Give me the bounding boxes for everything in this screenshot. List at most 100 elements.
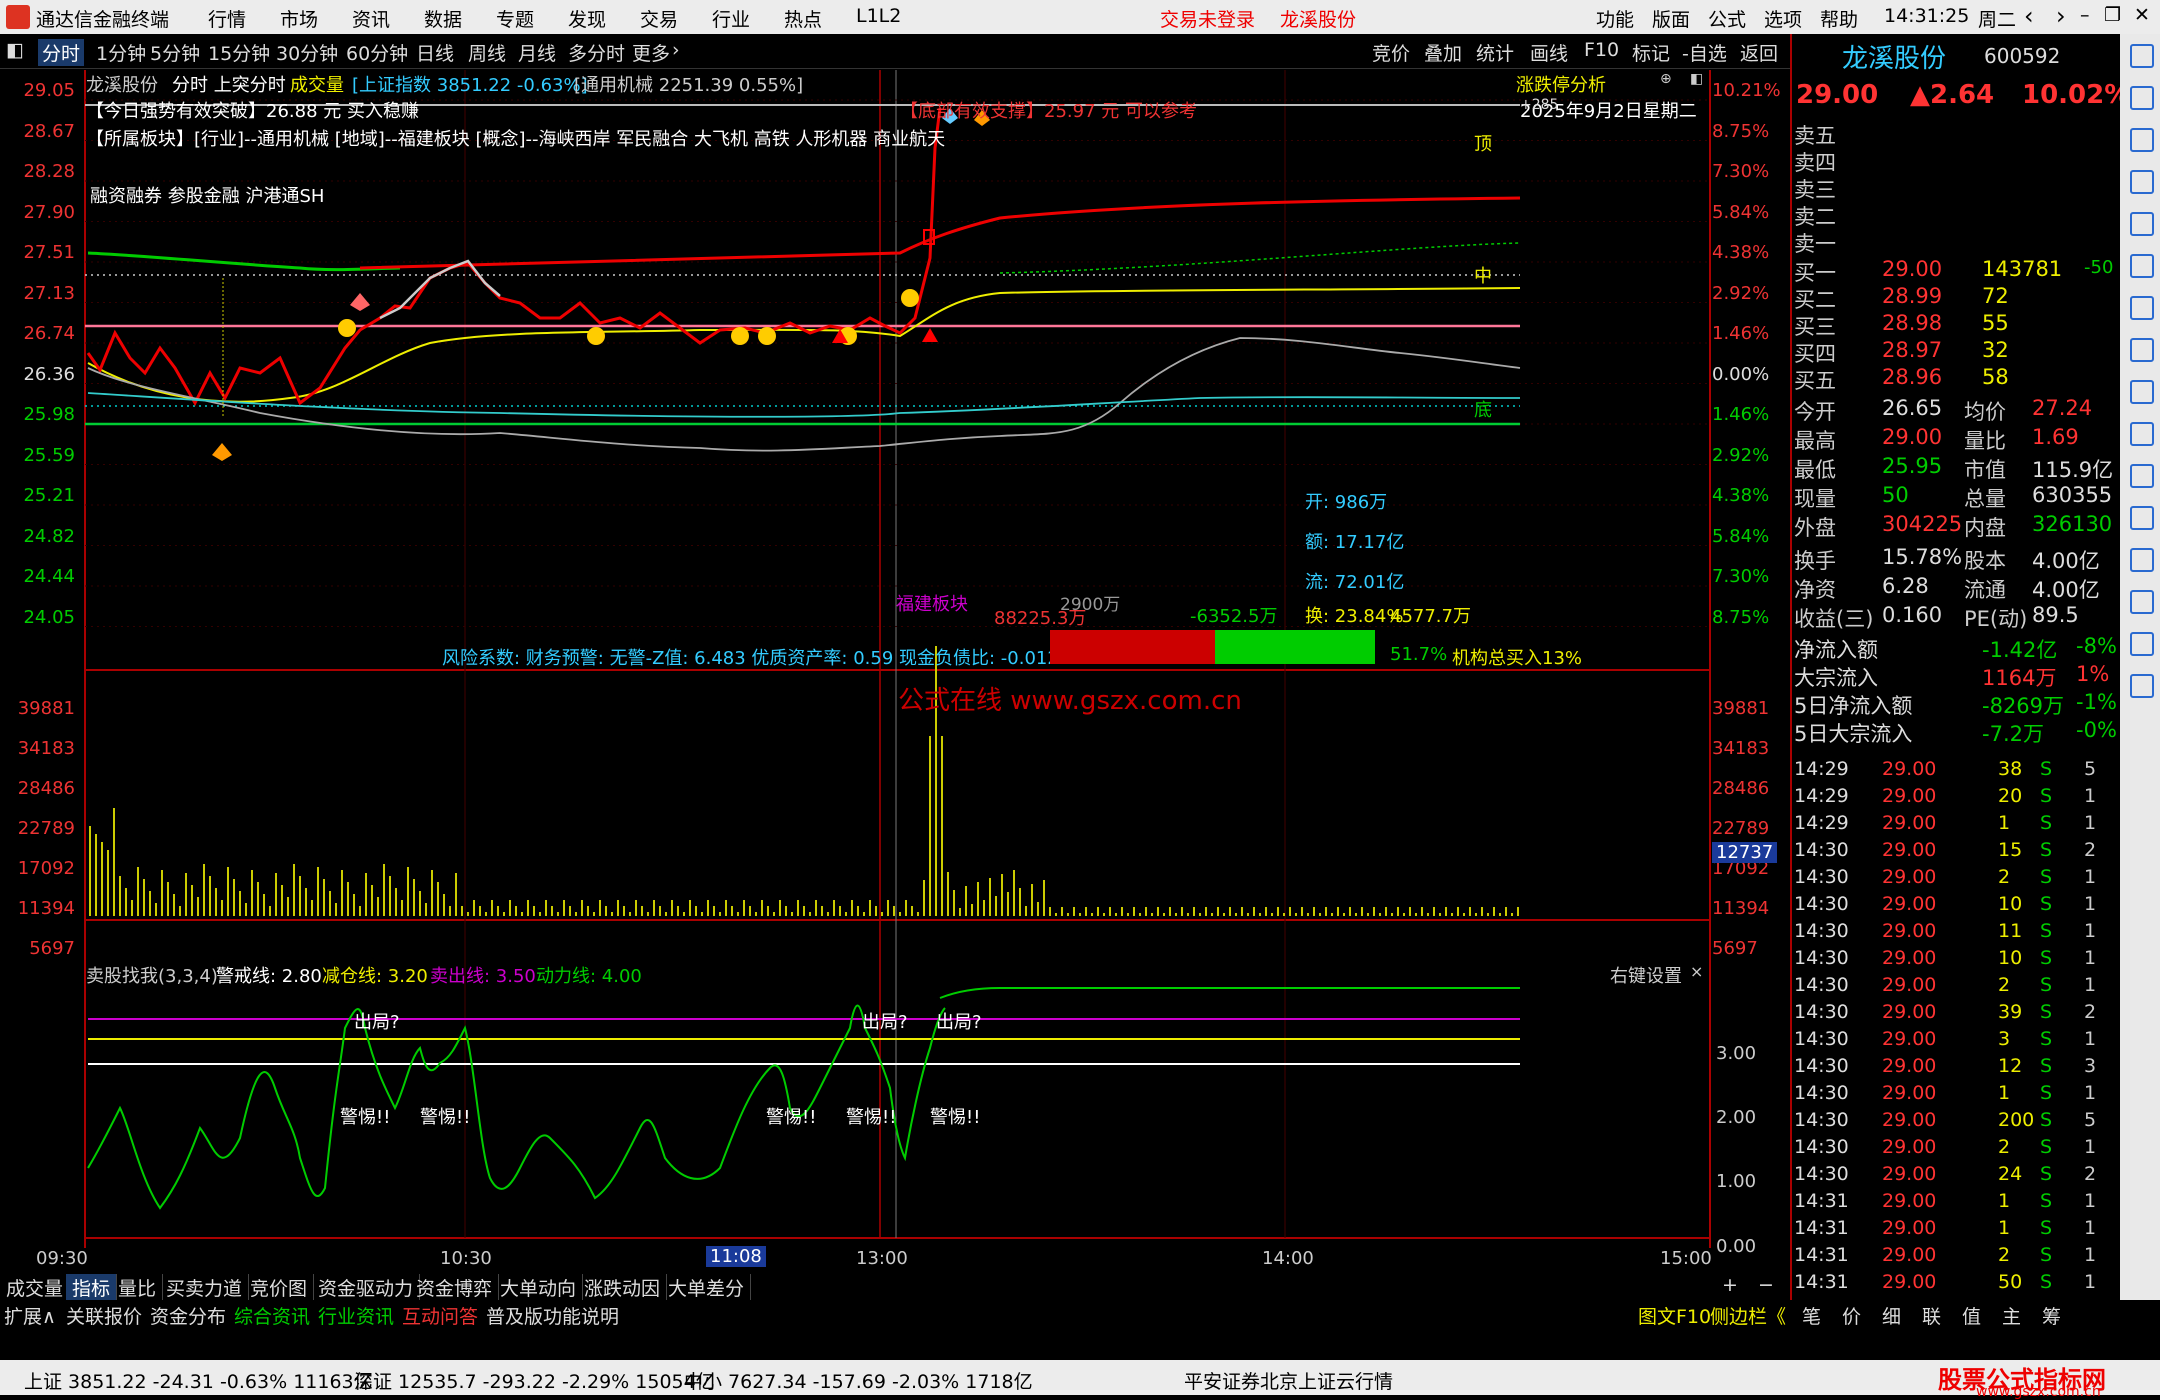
tab-info[interactable]: 普及版功能说明 bbox=[486, 1302, 619, 1329]
side-N-icon[interactable] bbox=[2130, 548, 2154, 572]
tab-info[interactable]: 图文F10 bbox=[1638, 1302, 1711, 1329]
tab-indicator[interactable]: 资金博弈 bbox=[410, 1274, 500, 1301]
toolbar-button[interactable]: 画线 bbox=[1530, 39, 1568, 66]
chart-icon[interactable] bbox=[2130, 170, 2154, 194]
indicator-title[interactable]: 卖股找我(3,3,4) bbox=[86, 962, 218, 988]
toolbar-button[interactable]: 竞价 bbox=[1372, 39, 1410, 66]
menu-item[interactable]: 热点 bbox=[784, 5, 822, 32]
tab-indicator[interactable]: 成交量 bbox=[0, 1274, 71, 1301]
period-tab[interactable]: 多分时 bbox=[568, 39, 625, 66]
tab-info[interactable]: 互动问答 bbox=[402, 1302, 478, 1329]
menu-item[interactable]: L1L2 bbox=[856, 5, 901, 27]
arrow-down-icon[interactable] bbox=[2130, 128, 2154, 152]
menu-item[interactable]: 选项 bbox=[1764, 5, 1802, 32]
period-tab[interactable]: 周线 bbox=[468, 39, 506, 66]
industry-quote[interactable]: [通用机械 2251.39 0.55%] bbox=[574, 71, 803, 97]
back-icon[interactable]: ‹ bbox=[2024, 2, 2034, 30]
period-tab[interactable]: 更多 bbox=[632, 39, 670, 66]
menu-item[interactable]: 行情 bbox=[208, 5, 246, 32]
index-quote[interactable]: [上证指数 3851.22 -0.63%] bbox=[352, 71, 588, 97]
menu-item[interactable]: 公式 bbox=[1708, 5, 1746, 32]
tab-info[interactable]: 综合资讯 bbox=[234, 1302, 310, 1329]
status-zx[interactable]: 中小 7627.34 -157.69 -2.03% 1718亿 bbox=[684, 1367, 1033, 1394]
period-tab[interactable]: 日线 bbox=[416, 39, 454, 66]
toolbar-button[interactable]: 标记 bbox=[1632, 39, 1670, 66]
menu-item[interactable]: 功能 bbox=[1596, 5, 1634, 32]
menu-item[interactable]: 专题 bbox=[496, 5, 534, 32]
forward-icon[interactable]: › bbox=[2056, 2, 2066, 30]
f10-icon[interactable] bbox=[2130, 338, 2154, 362]
minimize-icon[interactable]: – bbox=[2080, 4, 2090, 26]
plus-icon[interactable]: + bbox=[1722, 1274, 1738, 1296]
side-季-icon[interactable] bbox=[2130, 632, 2154, 656]
tab-indicator[interactable]: 买卖力道 bbox=[160, 1274, 250, 1301]
arrow-up-icon[interactable] bbox=[2130, 86, 2154, 110]
close-icon[interactable]: ✕ bbox=[2134, 4, 2150, 26]
close-icon[interactable]: × bbox=[1690, 962, 1703, 981]
side-年-icon[interactable] bbox=[2130, 674, 2154, 698]
period-tab[interactable]: 月线 bbox=[518, 39, 556, 66]
limit-analysis-button[interactable]: 涨跌停分析 bbox=[1516, 71, 1606, 97]
menu-item[interactable]: 市场 bbox=[280, 5, 318, 32]
toolbar-button[interactable]: 统计 bbox=[1476, 39, 1514, 66]
menu-item[interactable]: 发现 bbox=[568, 5, 606, 32]
tab-link[interactable]: 联 bbox=[1922, 1302, 1941, 1329]
toolbar-button[interactable]: -自选 bbox=[1682, 39, 1727, 66]
more-arrow-icon[interactable]: › bbox=[672, 39, 680, 61]
menu-item[interactable]: 交易 bbox=[640, 5, 678, 32]
tab-chips[interactable]: 筹 bbox=[2042, 1302, 2061, 1329]
tab-info[interactable]: 侧边栏《 bbox=[1710, 1302, 1786, 1329]
menu-item[interactable]: 行业 bbox=[712, 5, 750, 32]
toolbar-button[interactable]: 叠加 bbox=[1424, 39, 1462, 66]
minus-icon[interactable]: − bbox=[1758, 1274, 1774, 1296]
period-tab[interactable]: 30分钟 bbox=[276, 39, 338, 66]
period-tab[interactable]: 15分钟 bbox=[208, 39, 270, 66]
fin-icon[interactable] bbox=[2130, 296, 2154, 320]
chart-settings-icon[interactable]: ⊕ bbox=[1660, 71, 1672, 87]
list-icon[interactable] bbox=[2130, 212, 2154, 236]
tab-indicator[interactable]: 涨跌动因 bbox=[578, 1274, 668, 1301]
chart-collapse-icon[interactable]: ◧ bbox=[1690, 71, 1703, 87]
tab-indicator[interactable]: 大单动向 bbox=[494, 1274, 584, 1301]
login-status[interactable]: 交易未登录 bbox=[1160, 5, 1255, 32]
tab-detail[interactable]: 细 bbox=[1882, 1302, 1901, 1329]
tab-value[interactable]: 值 bbox=[1962, 1302, 1981, 1329]
status-sh[interactable]: 上证 3851.22 -24.31 -0.63% 11163亿 bbox=[24, 1367, 373, 1394]
status-sz[interactable]: 深证 12535.7 -293.22 -2.29% 15054亿 bbox=[354, 1367, 715, 1394]
side-day-icon[interactable] bbox=[2130, 422, 2154, 446]
menu-item[interactable]: 版面 bbox=[1652, 5, 1690, 32]
tab-indicator[interactable]: 大单差分 bbox=[662, 1274, 752, 1301]
period-tab[interactable]: 5分钟 bbox=[150, 39, 200, 66]
tab-main[interactable]: 主 bbox=[2002, 1302, 2021, 1329]
tab-ticks[interactable]: 笔 bbox=[1802, 1302, 1821, 1329]
fio-icon[interactable] bbox=[2130, 254, 2154, 278]
right-click-settings[interactable]: 右键设置 bbox=[1610, 962, 1682, 988]
panel-toggle-icon[interactable]: ◧ bbox=[6, 39, 24, 61]
tab-info[interactable]: 行业资讯 bbox=[318, 1302, 394, 1329]
menu-item[interactable]: 资讯 bbox=[352, 5, 390, 32]
period-tab[interactable]: 1分钟 bbox=[96, 39, 146, 66]
intraday-chart[interactable] bbox=[0, 68, 1790, 1272]
tab-price[interactable]: 价 bbox=[1842, 1302, 1861, 1329]
tab-indicator[interactable]: 指标 bbox=[66, 1274, 118, 1301]
toolbar-button[interactable]: 返回 bbox=[1740, 39, 1778, 66]
menu-item[interactable]: 帮助 bbox=[1820, 5, 1858, 32]
period-tab[interactable]: 分时 bbox=[38, 39, 85, 66]
gear-icon[interactable] bbox=[2130, 44, 2154, 68]
restore-icon[interactable]: ❐ bbox=[2104, 4, 2121, 26]
time-cursor: 11:08 bbox=[706, 1246, 766, 1267]
menu-item[interactable]: 数据 bbox=[424, 5, 462, 32]
tab-info[interactable]: 资金分布 bbox=[150, 1302, 226, 1329]
tab-indicator[interactable]: 资金驱动力 bbox=[312, 1274, 421, 1301]
tab-indicator[interactable]: 竞价图 bbox=[244, 1274, 315, 1301]
side-week-icon[interactable] bbox=[2130, 464, 2154, 488]
calendar-icon[interactable] bbox=[2130, 380, 2154, 404]
period-tab[interactable]: 60分钟 bbox=[346, 39, 408, 66]
side-多-icon[interactable] bbox=[2130, 590, 2154, 614]
tab-info[interactable]: 扩展∧ bbox=[4, 1302, 56, 1329]
side-month-icon[interactable] bbox=[2130, 506, 2154, 530]
tab-info[interactable]: 关联报价 bbox=[66, 1302, 142, 1329]
sector-label[interactable]: 福建板块 bbox=[896, 590, 968, 616]
tab-indicator[interactable]: 量比 bbox=[112, 1274, 164, 1301]
toolbar-button[interactable]: F10 bbox=[1584, 39, 1619, 61]
